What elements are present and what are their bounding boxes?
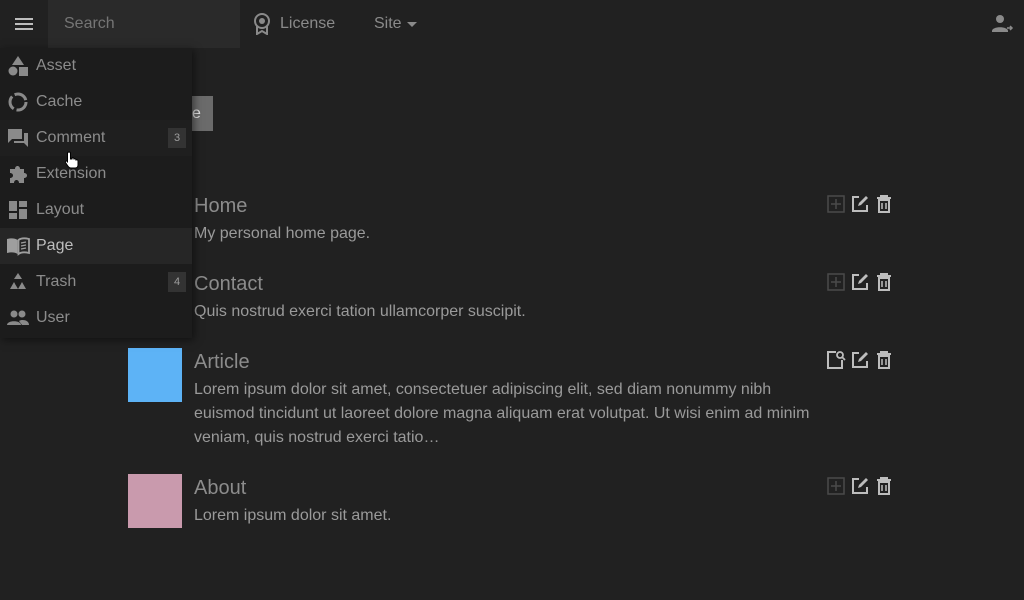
dashboard-icon [9,201,27,219]
add-box-icon[interactable] [826,272,846,292]
item-title[interactable]: Home [194,195,247,218]
item-title[interactable]: Contact [194,273,263,296]
menu-item-asset[interactable]: Asset [0,48,192,84]
forum-icon [8,129,28,147]
menu-item-extension[interactable]: Extension [0,156,192,192]
recycle-icon [10,273,26,289]
item-description: Quis nostrud exerci tation ullamcorper s… [194,303,526,320]
cache-ring-icon [8,92,28,112]
shapes-icon [8,56,28,76]
edit-icon[interactable] [850,350,870,370]
menu-item-trash[interactable]: Trash 4 [0,264,192,300]
add-box-icon[interactable] [826,194,846,214]
search-input[interactable] [64,15,240,33]
edit-icon[interactable] [850,194,870,214]
puzzle-icon [10,166,27,183]
user-account-icon [992,15,1014,32]
delete-icon[interactable] [874,272,894,292]
license-badge-icon [254,13,270,35]
site-label: Site [374,15,402,32]
book-open-icon [7,237,30,256]
site-dropdown[interactable]: Site [374,0,418,48]
delete-icon[interactable] [874,350,894,370]
hamburger-icon [15,18,33,30]
search-box[interactable] [48,0,240,48]
delete-icon[interactable] [874,476,894,496]
add-box-icon[interactable] [826,476,846,496]
menu-toggle-button[interactable] [0,0,48,48]
item-description: Lorem ipsum dolor sit amet. [194,507,392,524]
count-badge: 3 [168,128,186,148]
edit-icon[interactable] [850,476,870,496]
license-label: License [280,15,336,32]
menu-item-label: Asset [36,57,77,74]
item-thumbnail[interactable] [128,348,182,402]
delete-icon[interactable] [874,194,894,214]
navigation-menu: Asset Cache Comment 3 Extension Layout P… [0,48,192,338]
menu-item-label: Cache [36,93,83,110]
caret-down-icon [406,22,417,27]
people-icon [7,310,29,325]
edit-icon[interactable] [850,272,870,292]
item-description: Lorem ipsum dolor sit amet, consectetuer… [194,381,810,446]
top-app-bar: License Site [0,0,1024,48]
count-badge: 4 [168,272,186,292]
menu-item-label: Page [36,237,74,254]
menu-item-layout[interactable]: Layout [0,192,192,228]
menu-item-cache[interactable]: Cache [0,84,192,120]
item-title[interactable]: Article [194,351,250,374]
account-button[interactable] [990,12,1014,36]
license-link[interactable]: License [252,0,335,48]
menu-item-label: User [36,309,70,326]
menu-item-label: Layout [36,201,85,218]
menu-item-label: Trash [36,273,77,290]
menu-item-label: Comment [36,129,106,146]
item-title[interactable]: About [194,477,246,500]
item-description: My personal home page. [194,225,371,242]
item-thumbnail[interactable] [128,474,182,528]
menu-item-comment[interactable]: Comment 3 [0,120,192,156]
find-page-icon[interactable] [826,350,846,370]
menu-item-user[interactable]: User [0,300,192,336]
menu-item-page[interactable]: Page [0,228,192,264]
hand-pointer-cursor-icon [64,151,79,169]
